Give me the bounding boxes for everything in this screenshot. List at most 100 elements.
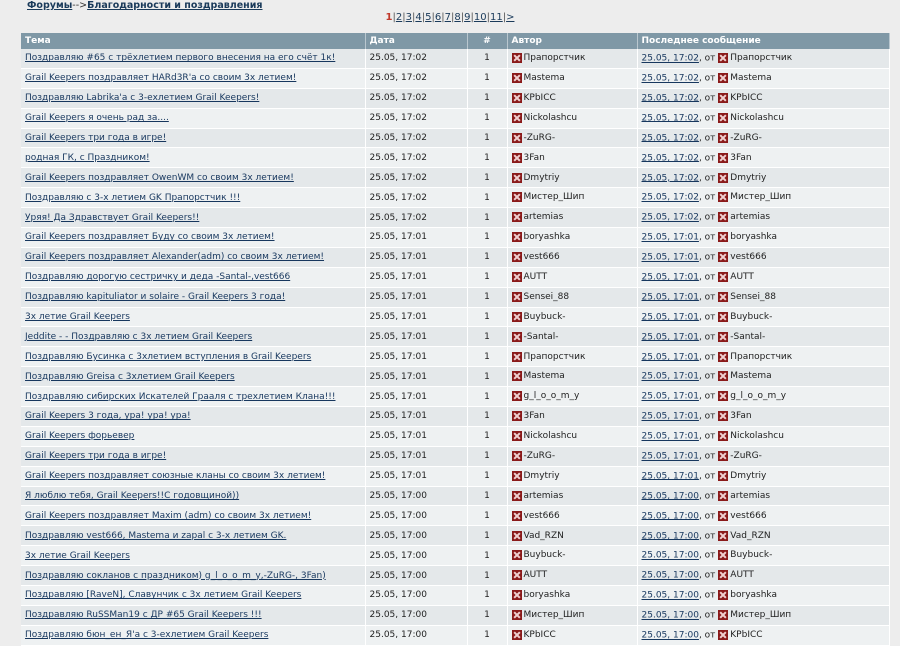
last-post-link[interactable]: 25.05, 17:02 <box>642 113 699 123</box>
last-post-link[interactable]: 25.05, 17:00 <box>642 551 699 561</box>
col-header-last-post[interactable]: Последнее сообщение <box>637 33 890 49</box>
last-post-link[interactable]: 25.05, 17:00 <box>642 591 699 601</box>
topic-link[interactable]: Grail Keepers три года в игре! <box>25 451 166 461</box>
last-post-author[interactable]: -ZuRG- <box>730 451 762 461</box>
author-name[interactable]: Sensei_88 <box>524 292 570 302</box>
author-name[interactable]: 3Fan <box>524 153 545 163</box>
topic-link[interactable]: Уряя! Да Здравствует Grail Keepers!! <box>25 213 199 223</box>
breadcrumb-forums-link[interactable]: Форумы <box>27 0 72 11</box>
last-post-author[interactable]: -Santal- <box>730 332 765 342</box>
last-post-author[interactable]: AUTT <box>730 570 754 580</box>
topic-link[interactable]: Поздравляю сокланов с праздником) g_l_o_… <box>25 571 326 581</box>
author-name[interactable]: Buybuck- <box>524 550 566 560</box>
topic-link[interactable]: родная ГК, с Праздником! <box>25 153 150 163</box>
author-name[interactable]: Vad_RZN <box>524 531 564 541</box>
last-post-link[interactable]: 25.05, 17:02 <box>642 213 699 223</box>
last-post-link[interactable]: 25.05, 17:01 <box>642 312 699 322</box>
last-post-author[interactable]: Buybuck- <box>730 312 772 322</box>
topic-link[interactable]: Grail Keepers поздравляет Alexander(adm)… <box>25 252 324 262</box>
last-post-link[interactable]: 25.05, 17:01 <box>642 352 699 362</box>
last-post-link[interactable]: 25.05, 17:01 <box>642 372 699 382</box>
author-name[interactable]: boryashka <box>524 232 571 242</box>
last-post-link[interactable]: 25.05, 17:01 <box>642 253 699 263</box>
author-name[interactable]: 3Fan <box>524 411 545 421</box>
author-name[interactable]: -ZuRG- <box>524 451 556 461</box>
author-name[interactable]: Mastema <box>524 73 565 83</box>
last-post-link[interactable]: 25.05, 17:00 <box>642 571 699 581</box>
topic-link[interactable]: Grail Keepers я очень рад за.... <box>25 113 169 123</box>
last-post-author[interactable]: Mastema <box>730 73 771 83</box>
last-post-link[interactable]: 25.05, 17:01 <box>642 471 699 481</box>
author-name[interactable]: KPbICC <box>524 630 556 640</box>
author-name[interactable]: vest666 <box>524 252 560 262</box>
topic-link[interactable]: Grail Keepers поздравляет Maxim (adm) со… <box>25 511 311 521</box>
author-name[interactable]: Dmytriy <box>524 471 560 481</box>
last-post-author[interactable]: g_l_o_o_m_y <box>730 391 786 401</box>
last-post-author[interactable]: Vad_RZN <box>730 531 770 541</box>
topic-link[interactable]: Grail Keepers поздравляет OwenWM со свои… <box>25 173 294 183</box>
last-post-link[interactable]: 25.05, 17:00 <box>642 631 699 641</box>
last-post-link[interactable]: 25.05, 17:00 <box>642 611 699 621</box>
last-post-author[interactable]: KPbICC <box>730 630 762 640</box>
last-post-link[interactable]: 25.05, 17:02 <box>642 153 699 163</box>
topic-link[interactable]: Grail Keepers поздравляет союзные кланы … <box>25 471 325 481</box>
author-name[interactable]: AUTT <box>524 570 548 580</box>
last-post-link[interactable]: 25.05, 17:02 <box>642 93 699 103</box>
last-post-link[interactable]: 25.05, 17:02 <box>642 54 699 64</box>
last-post-author[interactable]: Dmytriy <box>730 471 766 481</box>
author-name[interactable]: Dmytriy <box>524 173 560 183</box>
topic-link[interactable]: Поздравляю дорогую сестричку и деда -San… <box>25 272 290 282</box>
author-name[interactable]: artemias <box>524 212 564 222</box>
topic-link[interactable]: 3х летие Grail Keepers <box>25 551 130 561</box>
page-link[interactable]: 11 <box>490 12 503 23</box>
last-post-author[interactable]: boryashka <box>730 232 777 242</box>
last-post-link[interactable]: 25.05, 17:00 <box>642 491 699 501</box>
topic-link[interactable]: Поздравляю vest666, Mastema и zapal с 3-… <box>25 531 286 541</box>
last-post-author[interactable]: artemias <box>730 212 770 222</box>
last-post-author[interactable]: Sensei_88 <box>730 292 776 302</box>
last-post-author[interactable]: Прапорстчик <box>730 53 792 63</box>
topic-link[interactable]: Grail Keepers три года в игре! <box>25 133 166 143</box>
topic-link[interactable]: Grail Keepers 3 года, ура! ура! ура! <box>25 411 191 421</box>
last-post-author[interactable]: Nickolashcu <box>730 113 784 123</box>
author-name[interactable]: artemias <box>524 491 564 501</box>
last-post-author[interactable]: Прапорстчик <box>730 352 792 362</box>
author-name[interactable]: Nickolashcu <box>524 113 578 123</box>
topic-link[interactable]: Grail Keepers поздравляет Буду со своим … <box>25 232 275 242</box>
author-name[interactable]: -ZuRG- <box>524 133 556 143</box>
breadcrumb-current-link[interactable]: Благодарности и поздравления <box>87 0 262 11</box>
topic-link[interactable]: Я люблю тебя, Grail Keepers!!С годовщино… <box>25 491 239 501</box>
author-name[interactable]: Buybuck- <box>524 312 566 322</box>
topic-link[interactable]: Поздравляю Бусинка с 3хлетием вступления… <box>25 352 311 362</box>
author-name[interactable]: AUTT <box>524 272 548 282</box>
col-header-topic[interactable]: Тема <box>21 33 366 49</box>
topic-link[interactable]: Поздравляю с 3-х летием GK Прапорстчик !… <box>25 193 240 203</box>
last-post-link[interactable]: 25.05, 17:00 <box>642 511 699 521</box>
last-post-author[interactable]: -ZuRG- <box>730 133 762 143</box>
author-name[interactable]: boryashka <box>524 590 571 600</box>
last-post-author[interactable]: Buybuck- <box>730 550 772 560</box>
author-name[interactable]: Mastema <box>524 371 565 381</box>
topic-link[interactable]: Поздравляю Labrika'а с 3-ехлетием Grail … <box>25 93 259 103</box>
author-name[interactable]: -Santal- <box>524 332 559 342</box>
last-post-link[interactable]: 25.05, 17:01 <box>642 432 699 442</box>
last-post-author[interactable]: vest666 <box>730 252 766 262</box>
last-post-author[interactable]: Мистер_Шип <box>730 192 791 202</box>
author-name[interactable]: Прапорстчик <box>524 53 586 63</box>
last-post-link[interactable]: 25.05, 17:02 <box>642 133 699 143</box>
last-post-author[interactable]: boryashka <box>730 590 777 600</box>
last-post-link[interactable]: 25.05, 17:02 <box>642 193 699 203</box>
page-link[interactable]: 10 <box>474 12 487 23</box>
page-next-link[interactable]: > <box>506 12 514 23</box>
col-header-count[interactable]: # <box>467 33 508 49</box>
topic-link[interactable]: Grail Keepers поздравляет HARd3R'a со св… <box>25 73 296 83</box>
topic-link[interactable]: Поздравляю [RaveN], Славунчик с 3х летие… <box>25 590 301 600</box>
last-post-link[interactable]: 25.05, 17:02 <box>642 173 699 183</box>
author-name[interactable]: vest666 <box>524 511 560 521</box>
topic-link[interactable]: Поздравляю kapituliator и solaire - Grai… <box>25 292 285 302</box>
topic-link[interactable]: Grail Keepers форьевер <box>25 431 134 441</box>
last-post-link[interactable]: 25.05, 17:02 <box>642 74 699 84</box>
topic-link[interactable]: Jeddite - - Поздравляю с 3х летием Grail… <box>25 332 252 342</box>
author-name[interactable]: g_l_o_o_m_y <box>524 391 580 401</box>
topic-link[interactable]: Поздравляю сибирских Искателей Грааля с … <box>25 392 336 402</box>
